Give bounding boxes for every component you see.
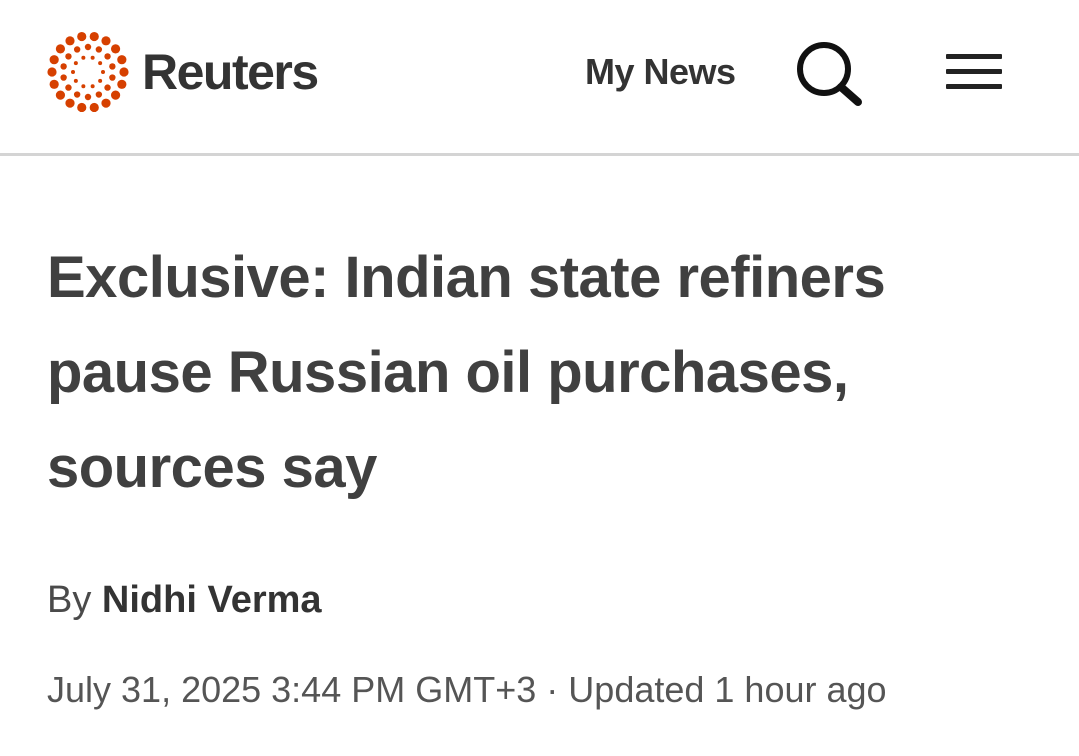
logo-dot	[65, 98, 75, 108]
logo-dot	[101, 36, 111, 46]
logo-dot	[110, 90, 121, 100]
menu-button[interactable]	[942, 44, 1006, 100]
logo-dot	[110, 44, 121, 54]
logo-dot	[73, 61, 78, 66]
logo-dot	[49, 55, 59, 65]
logo-dot	[55, 44, 66, 54]
logo-dot	[95, 91, 103, 98]
site-header: Reuters My News	[0, 0, 1079, 156]
logo-dot	[77, 31, 87, 42]
logo-dot	[81, 55, 86, 60]
updated-time: Updated 1 hour ago	[568, 669, 887, 710]
logo-dot	[73, 78, 78, 83]
author-link[interactable]: Nidhi Verma	[102, 579, 322, 621]
logo-dot	[77, 102, 87, 113]
logo-dot	[117, 55, 127, 65]
logo-dot	[65, 84, 72, 91]
logo-dot	[65, 36, 75, 46]
logo-dot	[60, 74, 67, 81]
dateline: July 31, 2025 3:44 PM GMT+3 · Updated 1 …	[47, 664, 887, 716]
search-button[interactable]	[792, 38, 868, 108]
byline: By Nidhi Verma	[47, 574, 322, 626]
logo-dot	[104, 53, 111, 60]
logo-dot	[98, 61, 103, 66]
logo-dot	[47, 67, 57, 77]
logo-dot	[89, 102, 99, 113]
logo-dot	[117, 79, 127, 89]
logo-dot	[90, 55, 95, 60]
logo-dot	[101, 98, 111, 108]
logo-dot	[98, 78, 103, 83]
date-separator: ·	[546, 669, 559, 710]
logo-dot	[81, 84, 86, 89]
logo-dot	[95, 46, 103, 53]
logo-dot	[73, 91, 81, 98]
published-date: July 31, 2025 3:44 PM GMT+3	[47, 669, 537, 710]
logo-dot	[104, 84, 111, 91]
logo-dot	[119, 67, 129, 77]
reuters-dot-ring-icon	[47, 31, 129, 113]
logo-dot	[49, 79, 59, 89]
search-icon	[797, 42, 862, 106]
logo-dot	[89, 31, 99, 42]
logo-dot	[84, 43, 92, 51]
hamburger-menu-icon	[946, 54, 1002, 89]
logo-dot	[55, 90, 66, 100]
logo-dot	[65, 53, 72, 60]
brand-name: Reuters	[142, 44, 319, 100]
logo-dot	[60, 63, 67, 70]
reuters-logo[interactable]: Reuters	[44, 28, 319, 116]
logo-dot	[90, 84, 95, 89]
byline-prefix: By	[47, 579, 92, 621]
logo-dot	[71, 70, 75, 74]
logo-dot	[109, 63, 116, 70]
logo-dot	[84, 93, 92, 101]
logo-dot	[109, 74, 116, 81]
my-news-link[interactable]: My News	[585, 50, 736, 94]
article-headline: Exclusive: Indian state refiners pause R…	[47, 245, 886, 500]
logo-dot	[101, 70, 105, 74]
logo-dot	[73, 46, 81, 53]
